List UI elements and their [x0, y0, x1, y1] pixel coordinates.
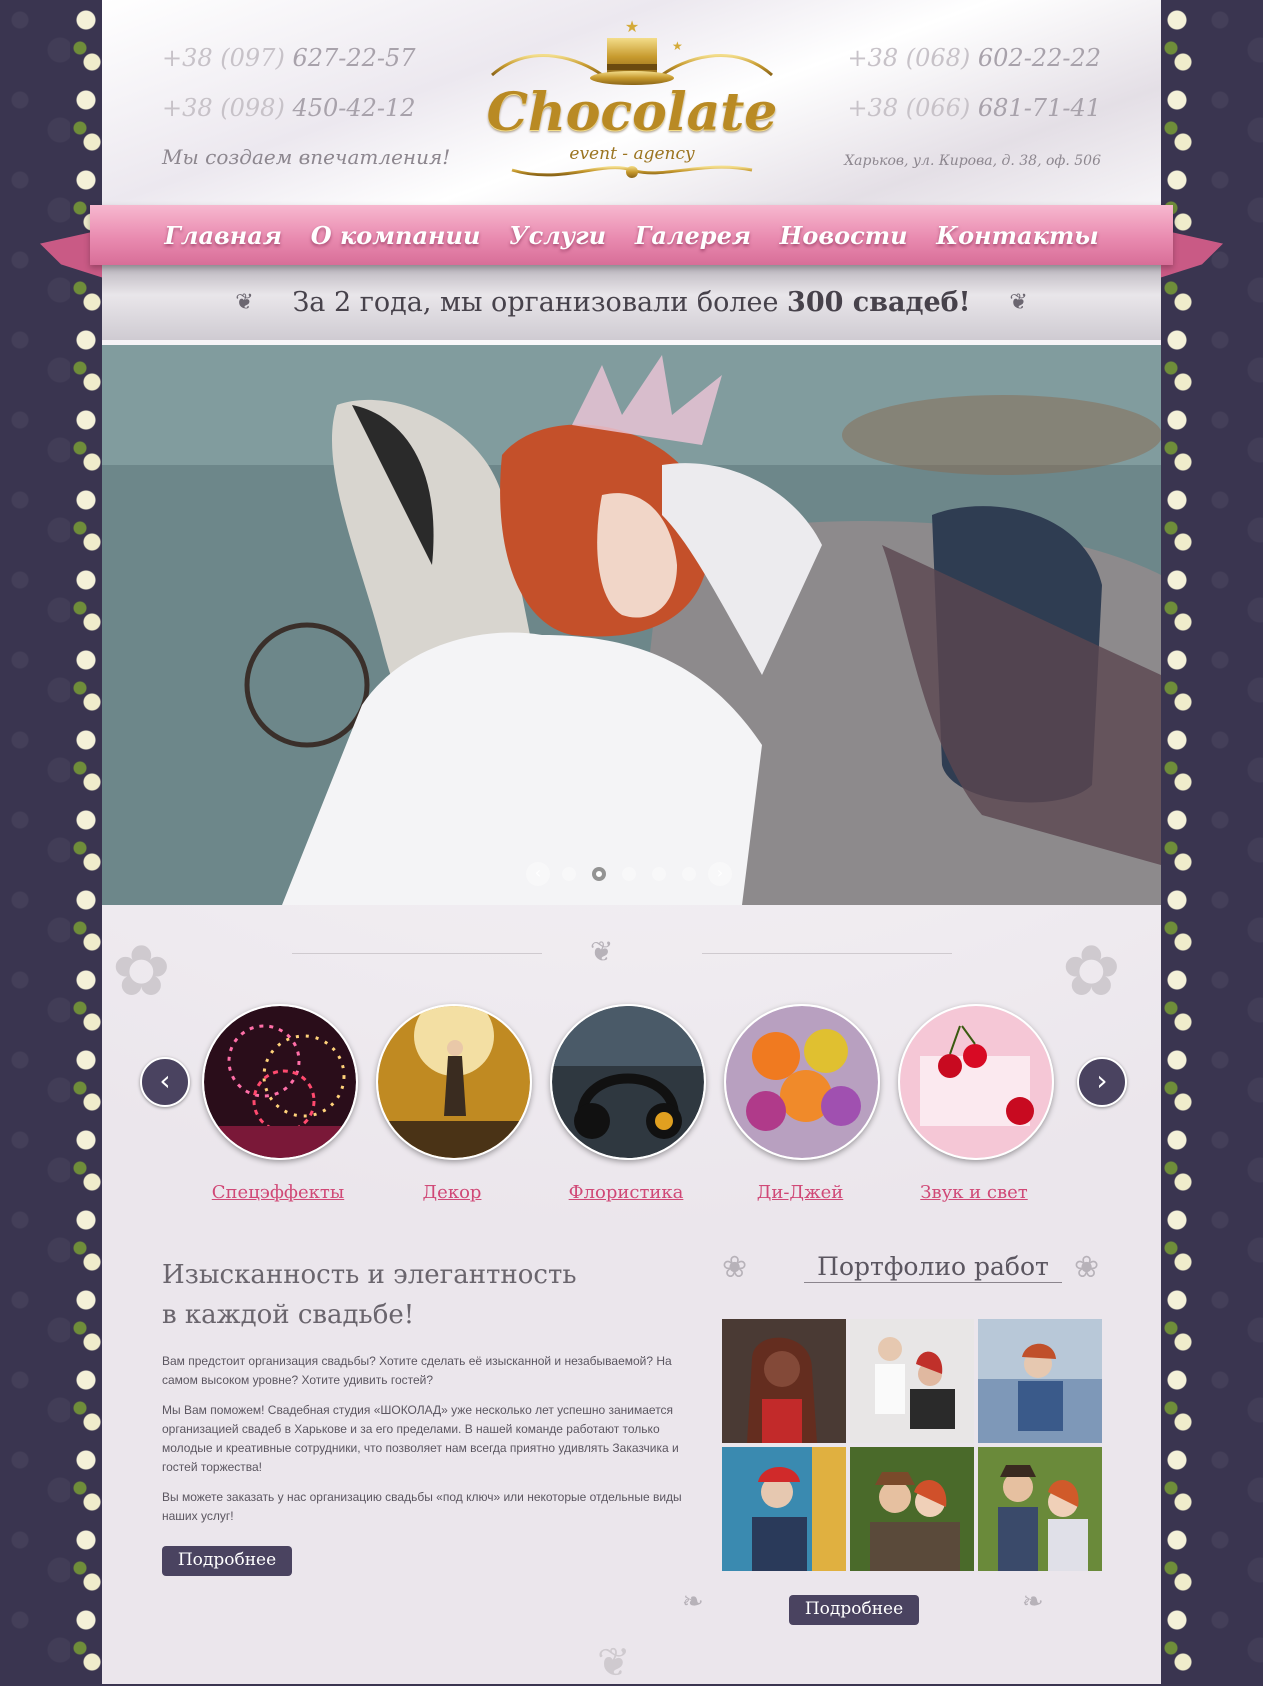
tagline: Мы создаем впечатления! — [162, 145, 451, 169]
nav-item-services[interactable]: Услуги — [509, 221, 606, 250]
service-label[interactable]: Звук и свет — [898, 1182, 1050, 1203]
svg-text:★: ★ — [625, 20, 639, 36]
portfolio-more-button[interactable]: Подробнее — [789, 1595, 919, 1625]
divider-left — [292, 953, 542, 954]
service-item[interactable]: Звук и свет — [898, 1004, 1054, 1203]
portfolio-photo[interactable] — [722, 1319, 846, 1443]
service-item[interactable]: Флористика — [550, 1004, 706, 1203]
banner-text: За 2 года, мы организовали более 300 сва… — [292, 287, 971, 318]
address: Харьков, ул. Кирова, д. 38, оф. 506 — [844, 153, 1101, 169]
portfolio-photo[interactable] — [850, 1319, 974, 1443]
cherries-ice-image — [898, 1004, 1054, 1160]
swirl-left-icon: ❧ — [682, 1587, 704, 1617]
nav-item-about[interactable]: О компании — [311, 221, 481, 250]
service-label[interactable]: Спецэффекты — [202, 1182, 354, 1203]
slider-dots — [562, 867, 696, 881]
swirl-right-icon: ❧ — [1022, 1587, 1044, 1617]
svg-text:★: ★ — [672, 39, 683, 53]
portfolio-photo[interactable] — [850, 1447, 974, 1571]
leaf-left-icon: ❦ — [235, 289, 254, 315]
phone-right-1[interactable]: +38 (068) 602-22-22 — [847, 44, 1101, 72]
services-carousel: Спецэффекты Декор Флористика Ди-Джей Зву… — [202, 1004, 1072, 1203]
phone-left-1[interactable]: +38 (097) 627-22-57 — [162, 44, 416, 72]
divider-right — [702, 953, 952, 954]
phone-left-2[interactable]: +38 (098) 450-42-12 — [162, 94, 416, 122]
headphones-mixer-image — [550, 1004, 706, 1160]
chevron-left-icon: ‹ — [159, 1064, 171, 1097]
service-label[interactable]: Декор — [376, 1182, 528, 1203]
chevron-right-icon: › — [716, 863, 724, 882]
nav-item-news[interactable]: Новости — [780, 221, 908, 250]
portfolio-grid — [722, 1319, 1104, 1571]
portfolio-flourish-right-icon: ❀ — [1074, 1250, 1100, 1285]
about-paragraph: Вы можете заказать у нас организацию сва… — [162, 1490, 682, 1523]
phone-right-2[interactable]: +38 (066) 681-71-41 — [847, 94, 1101, 122]
portfolio-photo[interactable] — [978, 1319, 1102, 1443]
about-headline: Изысканность и элегантность в каждой сва… — [162, 1260, 577, 1330]
nav-item-home[interactable]: Главная — [164, 221, 282, 250]
slider-next-button[interactable]: › — [708, 862, 732, 886]
service-item[interactable]: Спецэффекты — [202, 1004, 358, 1203]
portfolio-photo[interactable] — [722, 1447, 846, 1571]
about-paragraph: Вам предстоит организация свадьбы? Хотит… — [162, 1354, 672, 1387]
header: +38 (097) 627-22-57 +38 (098) 450-42-12 … — [102, 0, 1161, 205]
service-item[interactable]: Ди-Джей — [724, 1004, 880, 1203]
slider-dot[interactable] — [622, 867, 636, 881]
leaf-right-icon: ❦ — [1009, 289, 1028, 315]
portfolio-title: Портфолио работ — [804, 1252, 1062, 1283]
portfolio-flourish-left-icon: ❀ — [722, 1250, 748, 1285]
flower-bouquet-image — [724, 1004, 880, 1160]
stage-performer-image — [376, 1004, 532, 1160]
footer-ornament-icon: ❦ — [597, 1640, 631, 1686]
slider-prev-button[interactable]: ‹ — [526, 862, 550, 886]
slider-dot[interactable] — [562, 867, 576, 881]
services-prev-button[interactable]: ‹ — [140, 1057, 190, 1107]
nav-item-contacts[interactable]: Контакты — [936, 221, 1098, 250]
service-item[interactable]: Декор — [376, 1004, 532, 1203]
fireworks-image — [202, 1004, 358, 1160]
chevron-left-icon: ‹ — [534, 863, 542, 882]
logo[interactable]: ★ ★ Chocolate event - agency — [472, 17, 792, 190]
logo-subtitle: event - agency — [569, 144, 695, 164]
service-label[interactable]: Ди-Джей — [724, 1182, 876, 1203]
about-more-button[interactable]: Подробнее — [162, 1546, 292, 1576]
slider-dot[interactable] — [592, 867, 606, 881]
main-nav: Главная О компании Услуги Галерея Новост… — [90, 205, 1173, 265]
services-next-button[interactable]: › — [1077, 1057, 1127, 1107]
about-paragraph: Мы Вам поможем! Свадебная студия «ШОКОЛА… — [162, 1403, 679, 1474]
logo-name: Chocolate — [486, 82, 778, 143]
floral-ornament-right-icon: ✿ — [1062, 930, 1121, 1012]
slider-pagination: ‹ › — [526, 862, 732, 886]
stats-banner: ❦ За 2 года, мы организовали более 300 с… — [102, 265, 1161, 340]
hero-slider[interactable] — [102, 345, 1161, 905]
service-label[interactable]: Флористика — [550, 1182, 702, 1203]
hero-photo — [102, 345, 1161, 905]
chevron-right-icon: › — [1096, 1064, 1108, 1097]
nav-item-gallery[interactable]: Галерея — [635, 221, 751, 250]
slider-dot[interactable] — [652, 867, 666, 881]
floral-ornament-left-icon: ✿ — [112, 930, 171, 1012]
portfolio-photo[interactable] — [978, 1447, 1102, 1571]
slider-dot[interactable] — [682, 867, 696, 881]
divider-leaf-icon: ❦ — [590, 935, 614, 968]
about-text: Вам предстоит организация свадьбы? Хотит… — [162, 1352, 692, 1537]
